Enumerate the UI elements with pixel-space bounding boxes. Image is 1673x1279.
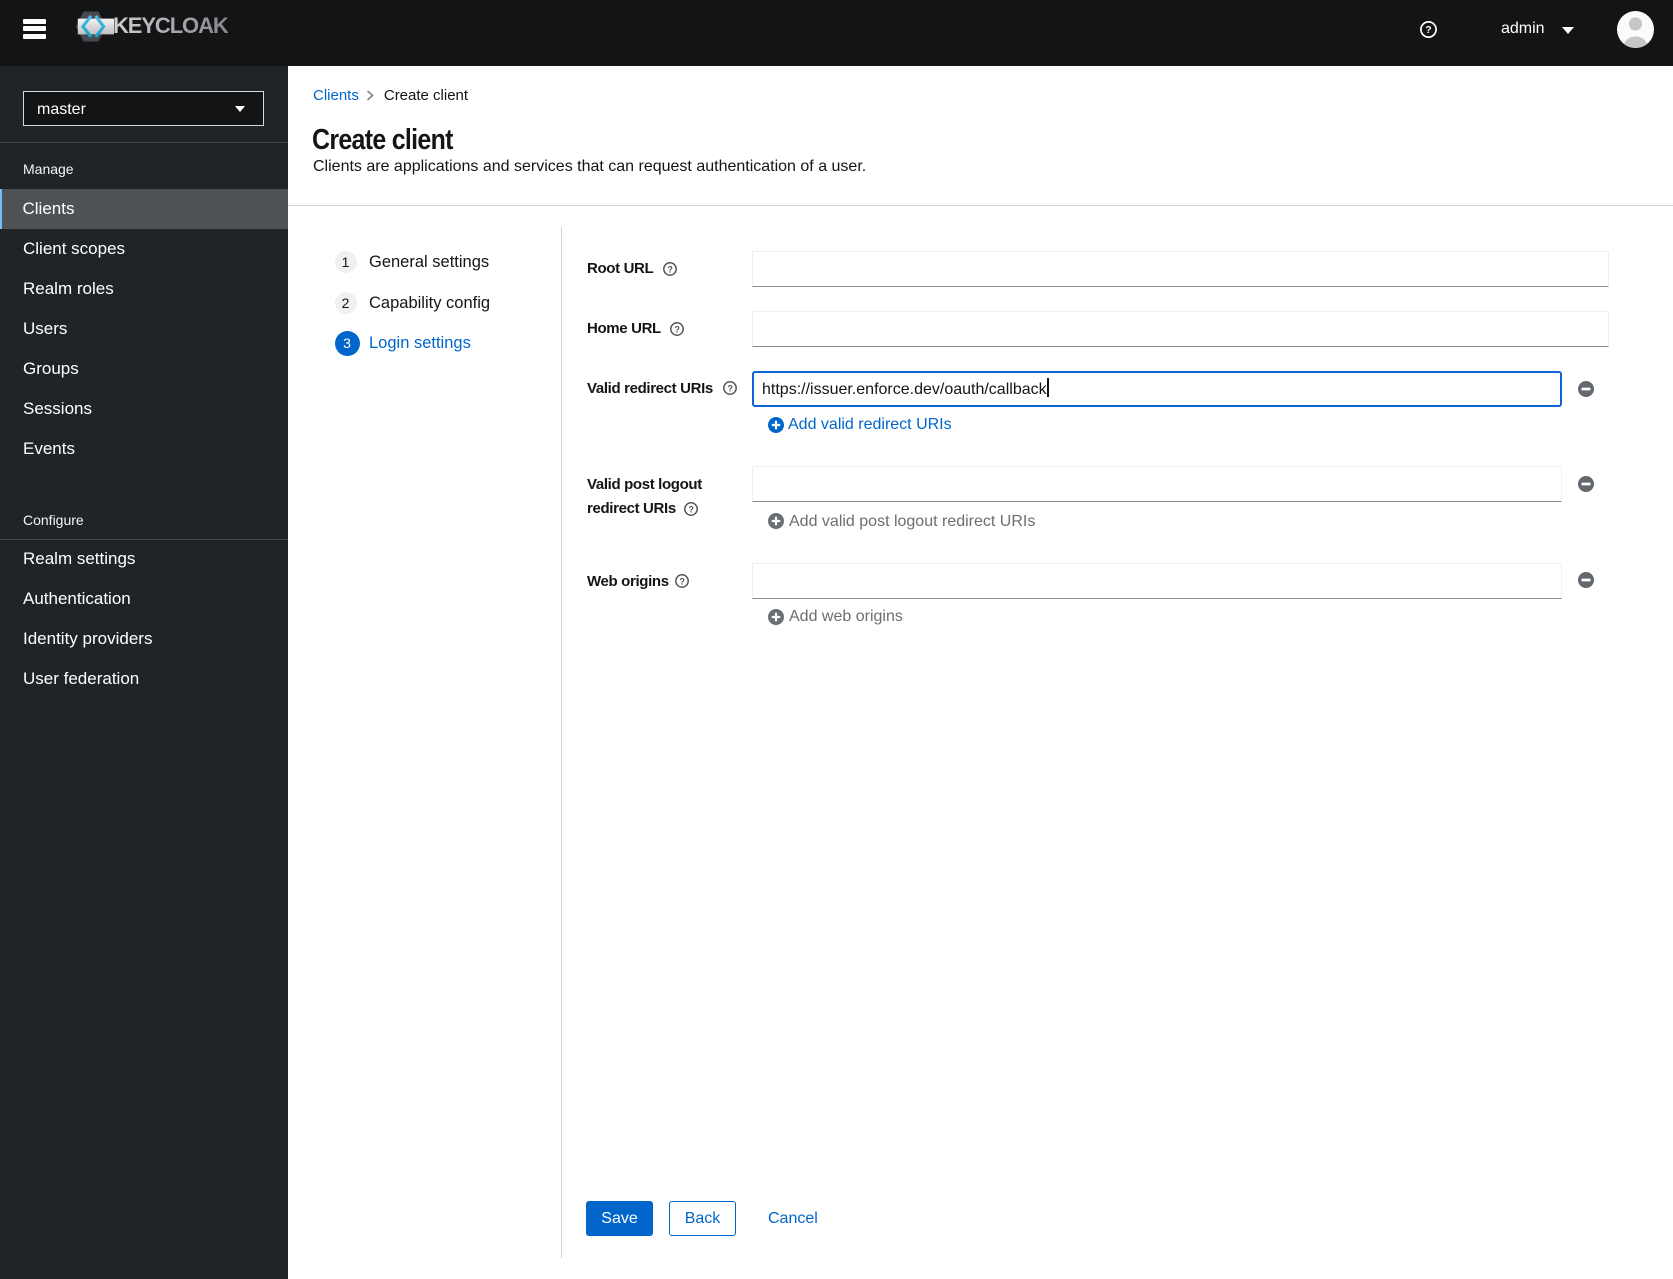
svg-text:?: ? bbox=[1425, 24, 1431, 36]
svg-text:?: ? bbox=[727, 383, 732, 393]
svg-text:?: ? bbox=[667, 264, 672, 274]
svg-text:?: ? bbox=[679, 576, 684, 586]
svg-text:?: ? bbox=[675, 324, 680, 334]
svg-text:?: ? bbox=[688, 504, 693, 514]
